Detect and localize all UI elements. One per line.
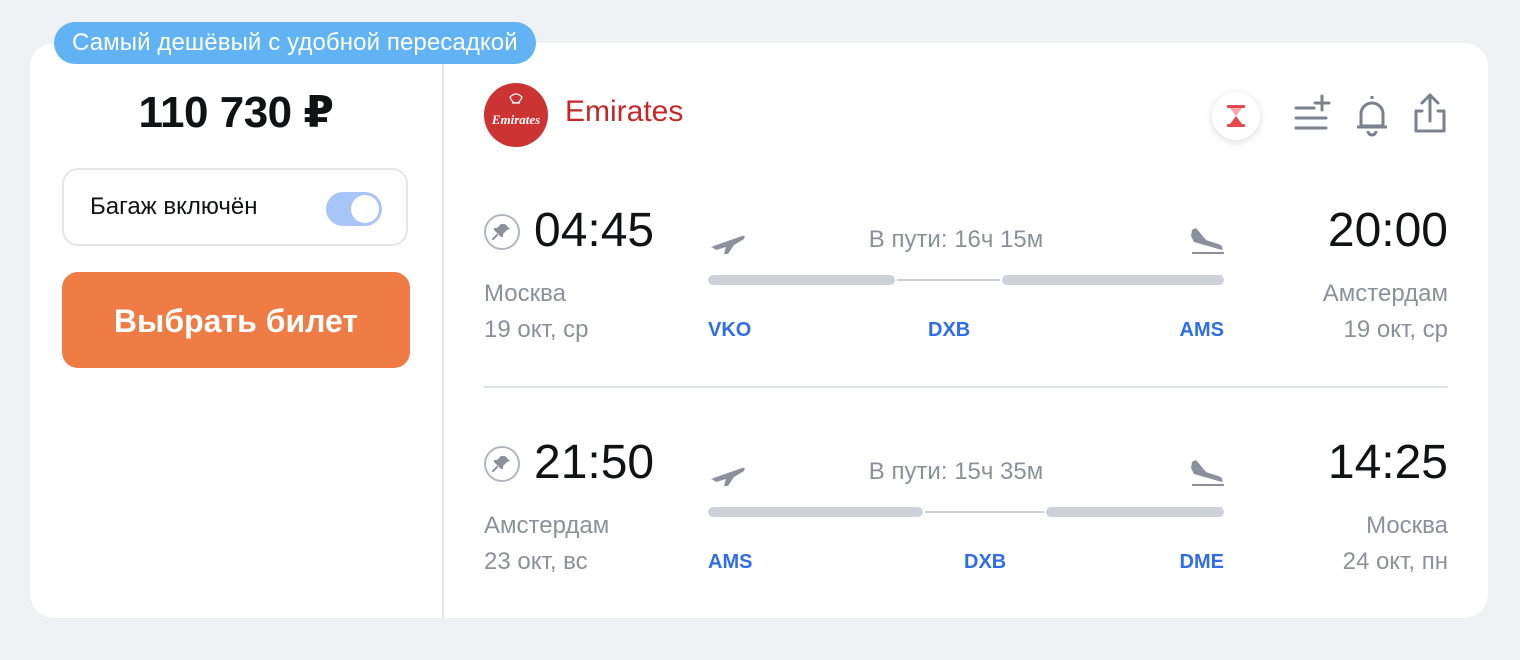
logo-text: Emirates	[491, 112, 540, 127]
pin-icon	[492, 224, 510, 240]
airline-name[interactable]: Emirates	[565, 95, 683, 129]
arrival-time: 14:25	[1327, 436, 1448, 489]
flight-divider	[484, 386, 1448, 388]
route-segment	[708, 275, 895, 285]
arrival-date: 24 окт, пн	[1342, 548, 1448, 575]
arrival-time: 20:00	[1327, 204, 1448, 257]
promo-badge: Самый дешёвый с удобной пересадкой	[54, 22, 536, 64]
departure-time: 04:45	[534, 204, 655, 257]
airport-code[interactable]: DXB	[928, 319, 970, 342]
pin-button[interactable]	[484, 446, 520, 482]
pin-button[interactable]	[484, 214, 520, 250]
share-icon[interactable]	[1410, 90, 1450, 138]
departure-time: 21:50	[534, 436, 655, 489]
landing-icon	[1191, 228, 1224, 254]
arrival-date: 19 окт, ср	[1343, 316, 1449, 343]
ticket-price: 110 730 ₽	[138, 88, 334, 137]
hourglass-icon	[1227, 105, 1245, 127]
departure-date: 23 окт, вс	[484, 548, 588, 575]
route-segment	[708, 507, 923, 517]
price-panel: 110 730 ₽ Багаж включён Выбрать билет	[30, 43, 444, 618]
emirates-logo: Emirates	[484, 83, 548, 147]
baggage-label: Багаж включён	[90, 193, 258, 220]
route-segment	[1046, 507, 1224, 517]
flight-duration: В пути: 16ч 15м	[868, 226, 1044, 253]
toggle-knob	[351, 195, 379, 223]
departure-city: Москва	[484, 280, 566, 307]
hourglass-button[interactable]	[1212, 92, 1260, 140]
select-ticket-button[interactable]: Выбрать билет	[62, 272, 410, 368]
baggage-option[interactable]: Багаж включён	[62, 168, 408, 246]
airport-code[interactable]: VKO	[708, 319, 751, 342]
pin-icon	[492, 456, 510, 472]
route-segment	[1002, 275, 1224, 285]
arrival-city: Москва	[1366, 512, 1448, 539]
airport-code[interactable]: AMS	[708, 551, 752, 574]
departure-date: 19 окт, ср	[484, 316, 589, 343]
arrival-city: Амстердам	[1322, 280, 1448, 307]
bell-icon[interactable]	[1352, 90, 1392, 138]
layover-line	[925, 511, 1044, 513]
add-to-list-icon[interactable]	[1292, 90, 1332, 138]
flight-duration: В пути: 15ч 35м	[868, 458, 1044, 485]
departure-city: Амстердам	[484, 512, 610, 539]
airport-code[interactable]: DXB	[964, 551, 1006, 574]
ticket-card: 110 730 ₽ Багаж включён Выбрать билет Em…	[30, 43, 1488, 618]
layover-line	[897, 279, 1000, 281]
baggage-toggle[interactable]	[326, 192, 382, 226]
landing-icon	[1191, 460, 1224, 486]
